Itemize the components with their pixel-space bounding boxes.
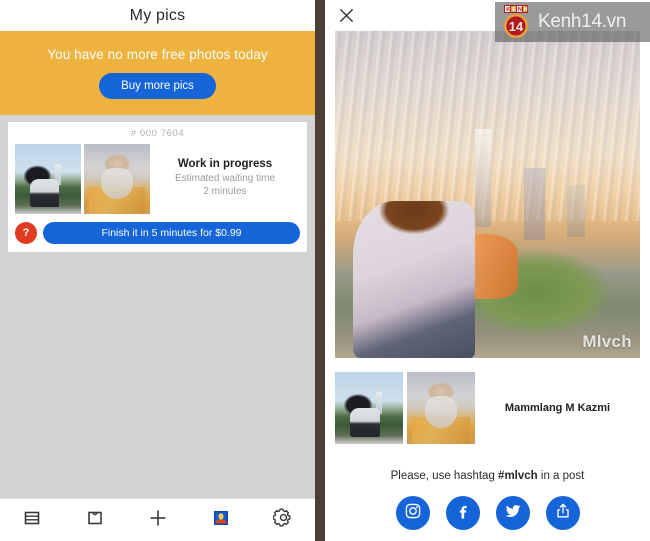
promo-message: You have no more free photos today (47, 47, 268, 62)
site-watermark-text: Kenh14.vn (538, 11, 627, 32)
panel-divider (315, 0, 325, 541)
job-thumbnails (15, 144, 150, 214)
portrait-photo-icon (211, 508, 231, 533)
svg-text:K: K (506, 7, 510, 13)
hashtag-tag: #mlvch (498, 470, 538, 482)
share-icon (554, 502, 572, 525)
page-title: My pics (129, 6, 186, 24)
hashtag-instruction: Please, use hashtag #mlvch in a post (325, 470, 650, 482)
result-row: Mammlang M Kazmi (325, 358, 650, 444)
tab-add[interactable] (126, 499, 189, 541)
svg-text:14: 14 (509, 19, 524, 34)
job-wait-label: Estimated waiting time (174, 173, 276, 184)
job-card[interactable]: # 000 7604 Work in progress Estimated wa… (8, 122, 307, 252)
tab-settings[interactable] (252, 499, 315, 541)
styled-photo-thumbnail[interactable] (84, 144, 150, 214)
kenh14-logo-icon: K E N H 14 (499, 4, 533, 40)
facebook-icon (454, 502, 472, 525)
hashtag-prefix: Please, use hashtag (390, 470, 499, 482)
svg-text:E: E (512, 7, 516, 13)
share-more-button[interactable] (545, 496, 580, 530)
artist-style-name: Mammlang M Kazmi (504, 402, 611, 414)
share-instagram-button[interactable] (395, 496, 430, 530)
tab-my-pics[interactable] (189, 499, 252, 541)
job-body: Work in progress Estimated waiting time … (15, 144, 300, 214)
gear-icon (272, 507, 294, 533)
original-photo-thumbnail[interactable] (15, 144, 81, 214)
instagram-icon (404, 502, 422, 525)
left-header: My pics (0, 0, 315, 31)
plus-icon (147, 507, 169, 534)
job-status: Work in progress (177, 158, 273, 170)
result-thumbnails (335, 372, 475, 444)
job-id: # 000 7604 (130, 128, 185, 139)
inbox-icon (85, 508, 105, 533)
artwork-container: Mlvch (325, 31, 650, 358)
close-icon[interactable] (338, 7, 355, 24)
finish-now-button[interactable]: Finish it in 5 minutes for $0.99 (43, 222, 300, 244)
empty-list-area (0, 252, 315, 498)
artwork-watermark: Mlvch (582, 332, 632, 351)
job-wait-value: 2 minutes (203, 185, 247, 197)
svg-text:N: N (518, 7, 522, 13)
job-action-row: ? Finish it in 5 minutes for $0.99 (15, 222, 300, 244)
help-badge[interactable]: ? (15, 222, 37, 244)
app-root: My pics You have no more free photos tod… (0, 0, 650, 541)
social-share-row (325, 496, 650, 530)
buy-more-pics-button[interactable]: Buy more pics (99, 73, 216, 99)
feed-icon (22, 508, 42, 533)
share-twitter-button[interactable] (495, 496, 530, 530)
share-facebook-button[interactable] (445, 496, 480, 530)
original-photo-thumbnail[interactable] (335, 372, 403, 444)
card-area: # 000 7604 Work in progress Estimated wa… (0, 115, 315, 252)
styled-artwork[interactable]: Mlvch (335, 31, 640, 358)
site-watermark: K E N H 14 Kenh14.vn (495, 2, 650, 42)
styled-photo-thumbnail[interactable] (407, 372, 475, 444)
promo-banner: You have no more free photos today Buy m… (0, 31, 315, 115)
twitter-icon (504, 502, 522, 525)
hashtag-suffix: in a post (537, 470, 585, 482)
tab-feed[interactable] (0, 499, 63, 541)
tab-inbox[interactable] (63, 499, 126, 541)
job-info: Work in progress Estimated waiting time … (150, 144, 300, 198)
right-screen: Mlvch Mammlang M Kazmi Please, use hasht… (325, 0, 650, 541)
bottom-tabbar (0, 498, 315, 541)
svg-text:H: H (524, 7, 528, 13)
left-screen: My pics You have no more free photos tod… (0, 0, 315, 541)
